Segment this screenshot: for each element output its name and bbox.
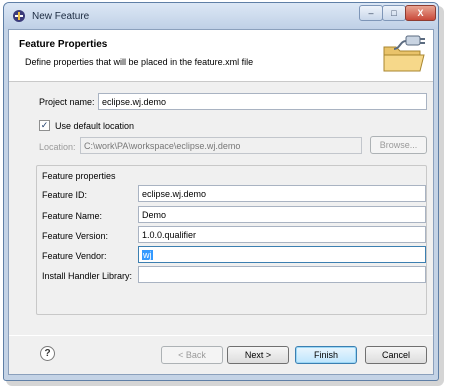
use-default-location-checkbox[interactable]: ✓ [39, 120, 50, 131]
feature-id-input[interactable]: eclipse.wj.demo [138, 185, 426, 202]
title-bar[interactable]: New Feature – □ X [4, 3, 438, 29]
window-title: New Feature [32, 11, 90, 22]
install-handler-label: Install Handler Library: [42, 271, 133, 281]
maximize-button[interactable]: □ [382, 5, 406, 21]
wizard-banner: Feature Properties Define properties tha… [9, 30, 433, 82]
install-handler-input[interactable] [138, 266, 426, 283]
help-icon[interactable]: ? [40, 346, 55, 361]
feature-vendor-value: wj [142, 250, 153, 260]
feature-name-input[interactable]: Demo [138, 206, 426, 223]
eclipse-plugin-icon [13, 10, 25, 22]
feature-vendor-combobox[interactable]: wj [138, 246, 426, 263]
minimize-icon: – [368, 8, 374, 18]
maximize-icon: □ [391, 8, 397, 18]
location-input: C:\work\PA\workspace\eclipse.wj.demo [80, 137, 362, 154]
close-button[interactable]: X [405, 5, 436, 21]
cancel-button[interactable]: Cancel [365, 346, 427, 364]
feature-folder-plug-icon [383, 35, 425, 72]
next-button[interactable]: Next > [227, 346, 289, 364]
browse-button: Browse... [370, 136, 427, 154]
dialog-client-area: Feature Properties Define properties tha… [8, 29, 434, 375]
finish-button[interactable]: Finish [295, 346, 357, 364]
banner-title: Feature Properties [19, 39, 108, 50]
feature-version-input[interactable]: 1.0.0.qualifier [138, 226, 426, 243]
feature-version-label: Feature Version: [42, 231, 109, 241]
location-label: Location: [39, 142, 76, 152]
banner-description: Define properties that will be placed in… [25, 57, 254, 67]
feature-properties-group-label: Feature properties [42, 171, 116, 181]
new-feature-window: New Feature – □ X Feature Properties Def… [3, 2, 439, 381]
minimize-button[interactable]: – [359, 5, 383, 21]
use-default-location-label[interactable]: Use default location [55, 121, 134, 131]
back-button: < Back [161, 346, 223, 364]
checkmark-icon: ✓ [40, 120, 49, 130]
project-name-input[interactable]: eclipse.wj.demo [98, 93, 427, 110]
close-icon: X [417, 8, 424, 18]
feature-id-label: Feature ID: [42, 190, 88, 200]
footer-separator [9, 335, 433, 336]
feature-name-label: Feature Name: [42, 211, 103, 221]
project-name-label: Project name: [39, 97, 95, 107]
feature-vendor-label: Feature Vendor: [42, 251, 107, 261]
